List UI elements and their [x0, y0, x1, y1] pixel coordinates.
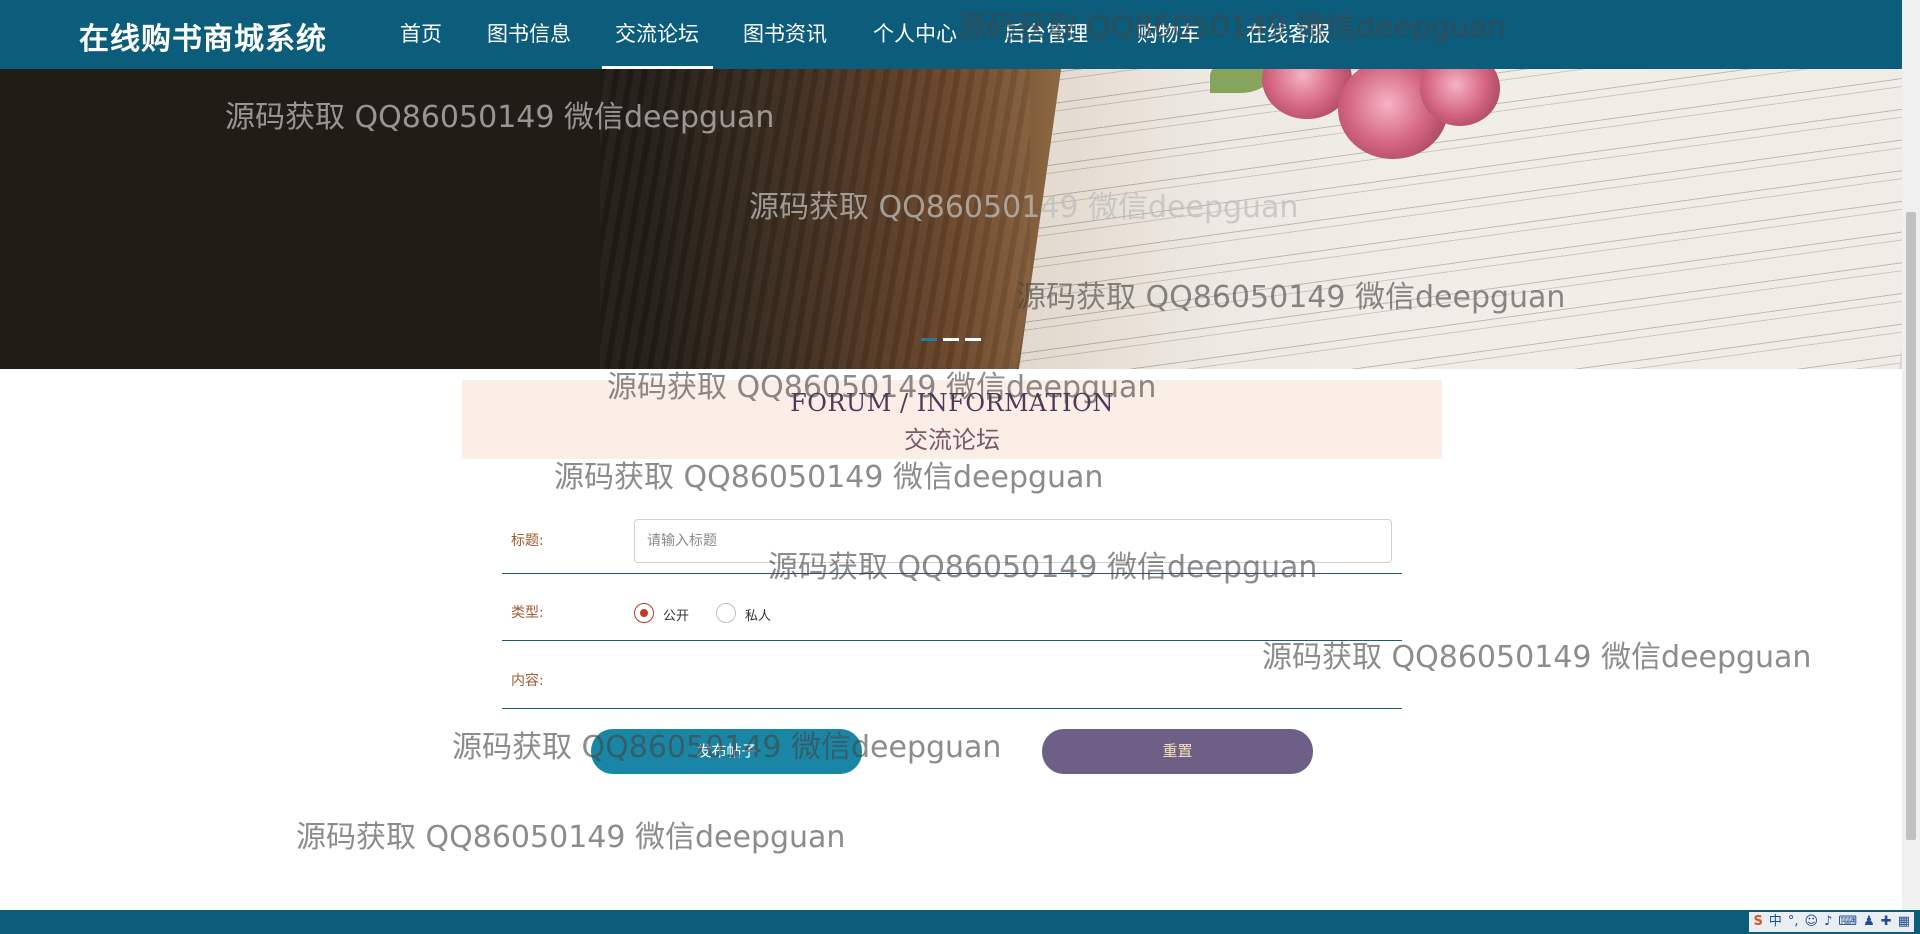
- title-input[interactable]: [634, 519, 1392, 563]
- nav-item-customer-service[interactable]: 在线客服: [1246, 18, 1330, 48]
- section-title-zh: 交流论坛: [904, 426, 1000, 454]
- nav-item-book-info[interactable]: 图书信息: [487, 18, 571, 48]
- watermark-text: 源码获取 QQ86050149 微信deepguan: [296, 820, 846, 855]
- nav-item-admin[interactable]: 后台管理: [1004, 18, 1088, 48]
- section-title-en: FORUM / INFORMATION: [790, 389, 1114, 417]
- sogou-input-icon[interactable]: S: [1753, 912, 1762, 932]
- type-option-public-label[interactable]: 公开: [663, 605, 689, 624]
- system-tray: S 中 °, ☺ ♪ ⌨ ♟ ✚ ▦: [1749, 912, 1914, 932]
- skin-icon[interactable]: ✚: [1881, 912, 1892, 932]
- nav-item-home[interactable]: 首页: [400, 18, 442, 48]
- submit-post-button[interactable]: 发布帖子: [591, 729, 862, 774]
- title-label: 标题:: [511, 533, 544, 549]
- banner-carousel[interactable]: [0, 69, 1902, 369]
- nav-item-cart[interactable]: 购物车: [1137, 18, 1200, 48]
- microphone-icon[interactable]: ♪: [1824, 912, 1832, 932]
- type-label: 类型:: [511, 605, 544, 621]
- keyboard-icon[interactable]: ⌨: [1838, 912, 1857, 932]
- scrollbar-thumb[interactable]: [1906, 212, 1916, 840]
- page-scrollbar[interactable]: [1902, 0, 1920, 910]
- content-label: 内容:: [511, 673, 544, 689]
- type-option-private-label[interactable]: 私人: [745, 605, 771, 624]
- nav-item-book-news[interactable]: 图书资讯: [743, 18, 827, 48]
- page: 在线购书商城系统 首页 图书信息 交流论坛 图书资讯 个人中心 后台管理 购物车…: [0, 0, 1920, 934]
- user-icon[interactable]: ♟: [1863, 912, 1875, 932]
- toolbox-icon[interactable]: ▦: [1898, 912, 1910, 932]
- carousel-dot[interactable]: [943, 338, 959, 341]
- site-brand[interactable]: 在线购书商城系统: [79, 14, 327, 58]
- punctuation-icon[interactable]: °,: [1788, 912, 1799, 932]
- footer-band: [0, 910, 1920, 934]
- form-row-content: 内容:: [502, 642, 1402, 709]
- type-radio-public[interactable]: [634, 603, 654, 623]
- nav-item-personal-center[interactable]: 个人中心: [873, 18, 957, 48]
- carousel-dot[interactable]: [921, 338, 937, 341]
- banner-wood-texture: [600, 69, 1030, 369]
- top-nav-bar: 在线购书商城系统 首页 图书信息 交流论坛 图书资讯 个人中心 后台管理 购物车…: [0, 0, 1902, 69]
- emoji-icon[interactable]: ☺: [1805, 912, 1819, 932]
- section-title-box: FORUM / INFORMATION 交流论坛: [462, 380, 1442, 459]
- carousel-dot[interactable]: [965, 338, 981, 341]
- nav-item-forum[interactable]: 交流论坛: [615, 18, 699, 48]
- chinese-mode-icon[interactable]: 中: [1769, 912, 1782, 932]
- type-radio-private[interactable]: [716, 603, 736, 623]
- reset-button[interactable]: 重置: [1042, 729, 1313, 774]
- carousel-indicators: [921, 338, 981, 341]
